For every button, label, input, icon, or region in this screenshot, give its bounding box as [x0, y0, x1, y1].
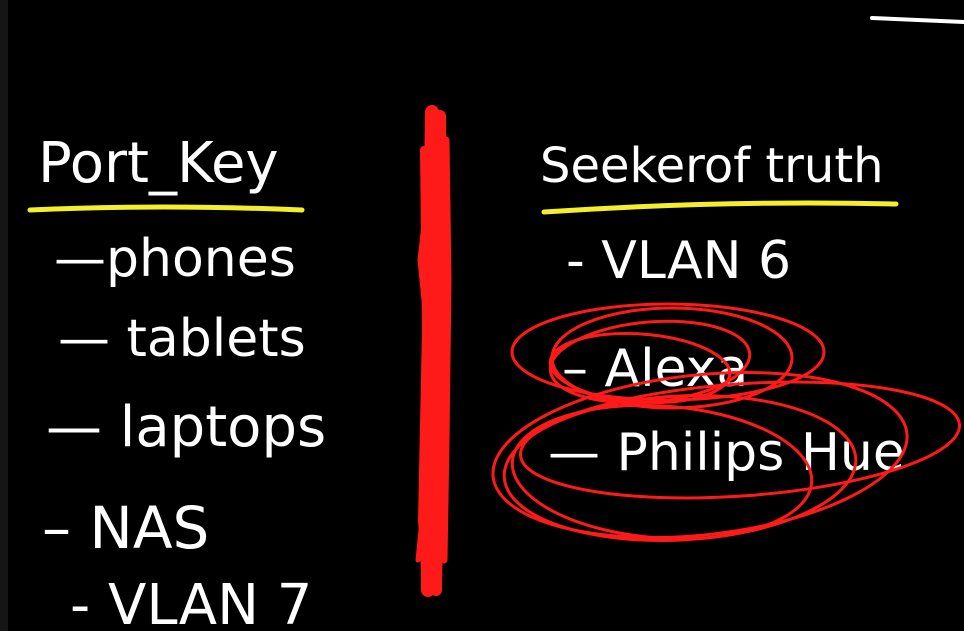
- red-divider-scribble: [415, 105, 452, 597]
- left-item-tablets: — tablets: [58, 309, 306, 369]
- right-item-vlan6: - VLAN 6: [566, 231, 791, 291]
- left-item-laptops: — laptops: [46, 395, 326, 460]
- stray-stroke: [870, 16, 964, 24]
- right-title-underline: [541, 200, 899, 215]
- right-title: Seekerof truth: [540, 138, 884, 194]
- whiteboard-canvas: Port_Key —phones — tablets — laptops – N…: [27, 16, 964, 631]
- left-title: Port_Key: [38, 131, 279, 196]
- left-item-nas: – NAS: [42, 494, 209, 562]
- left-item-phones: —phones: [54, 229, 296, 289]
- left-item-vlan7: - VLAN 7: [70, 573, 312, 631]
- left-title-underline: [27, 204, 305, 213]
